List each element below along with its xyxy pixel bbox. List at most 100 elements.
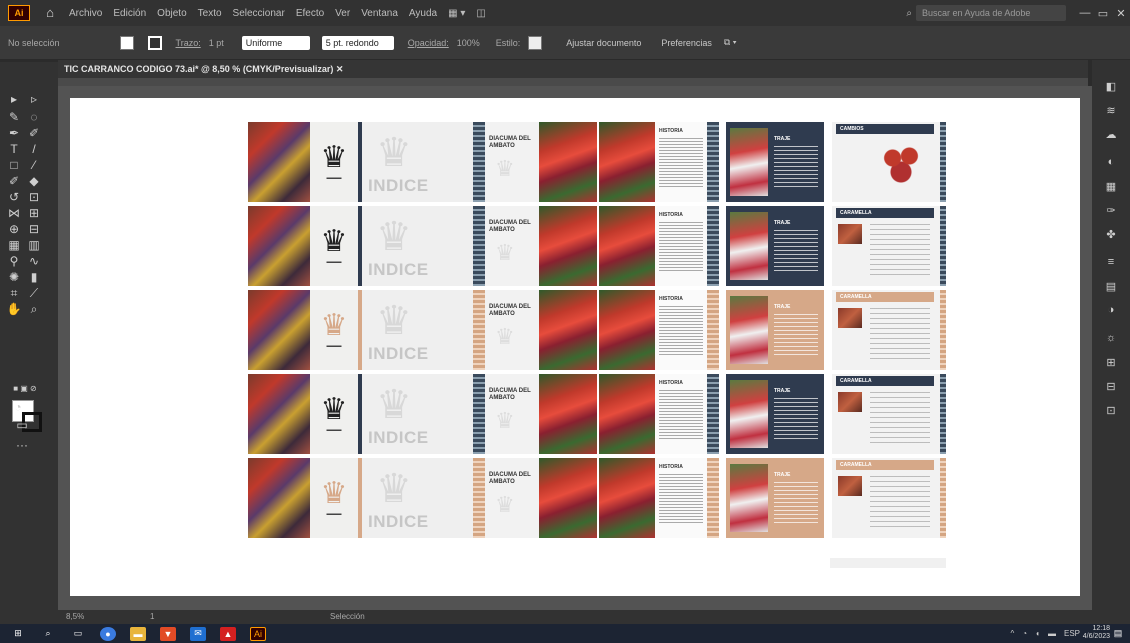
caramella-page[interactable]: CARAMELLA xyxy=(832,458,946,538)
transparency-panel-icon[interactable]: ◑ xyxy=(1104,304,1118,318)
screen-mode-icon[interactable]: ▭ xyxy=(14,418,30,432)
diablo-page[interactable]: DIACUMA DEL AMBATO ♛ xyxy=(485,374,539,454)
zoom-tool-icon[interactable]: ⌕ xyxy=(26,302,42,316)
direct-selection-tool-icon[interactable]: ▹ xyxy=(26,92,42,106)
transform-panel-icon[interactable]: ⊡ xyxy=(1104,404,1118,418)
minimize-button[interactable]: — xyxy=(1076,7,1094,19)
dancer-photo-2[interactable] xyxy=(599,206,655,286)
magic-wand-tool-icon[interactable]: ✎ xyxy=(6,110,22,124)
selection-tool-icon[interactable]: ▸ xyxy=(6,92,22,106)
stroke-swatch[interactable] xyxy=(147,35,162,50)
costume-page[interactable]: TRAJE xyxy=(726,290,824,370)
dancer-photo[interactable] xyxy=(539,374,597,454)
width-tool-icon[interactable]: ⋈ xyxy=(6,206,22,220)
column-graph-tool-icon[interactable]: ▮ xyxy=(26,270,42,284)
artboard-tool-icon[interactable]: ⌗ xyxy=(6,286,22,300)
menu-texto[interactable]: Texto xyxy=(198,8,222,19)
close-button[interactable]: ✕ xyxy=(1112,7,1130,20)
opacity-value[interactable]: 100% xyxy=(457,38,480,48)
curvature-tool-icon[interactable]: ✐ xyxy=(26,126,42,140)
diablo-page[interactable]: DIACUMA DEL AMBATO ♛ xyxy=(485,458,539,538)
menu-efecto[interactable]: Efecto xyxy=(296,8,324,19)
color-mode-icons[interactable]: ■ ▣ ⊘ xyxy=(10,382,40,396)
history-page[interactable]: HISTORIA xyxy=(655,458,707,538)
diablo-page[interactable]: DIACUMA DEL AMBATO ♛ xyxy=(485,290,539,370)
dancer-photo-2[interactable] xyxy=(599,374,655,454)
menu-archivo[interactable]: Archivo xyxy=(69,8,102,19)
slice-tool-icon[interactable]: ⟋ xyxy=(26,286,42,300)
mail-icon[interactable]: ✉ xyxy=(190,626,206,641)
spread-row[interactable]: ♛ ▬▬▬ ♛ INDICE DIACUMA DEL AMBATO ♛ HIST… xyxy=(248,458,948,538)
type-tool-icon[interactable]: T xyxy=(6,142,22,156)
menu-objeto[interactable]: Objeto xyxy=(157,8,186,19)
document-tab[interactable]: TIC CARRANCO CODIGO 73.ai* @ 8,50 % (CMY… xyxy=(58,60,1088,78)
logo-page[interactable]: ♛ ▬▬▬ xyxy=(310,374,358,454)
index-page[interactable]: ♛ INDICE xyxy=(358,374,473,454)
free-transform-tool-icon[interactable]: ⊞ xyxy=(26,206,42,220)
eyedropper-tool-icon[interactable]: ⚲ xyxy=(6,254,22,268)
taskbar-clock[interactable]: 12:18 4/6/2023 xyxy=(1083,625,1110,641)
color-panel-icon[interactable]: ◐ xyxy=(1104,156,1118,170)
search-icon[interactable]: ⌕ xyxy=(906,8,912,19)
swatches-panel-icon[interactable]: ▦ xyxy=(1104,180,1118,194)
libraries-panel-icon[interactable]: ☁ xyxy=(1104,128,1118,142)
shaper-tool-icon[interactable]: ✐ xyxy=(6,174,22,188)
index-page[interactable]: ♛ INDICE xyxy=(358,458,473,538)
rectangle-tool-icon[interactable]: □ xyxy=(6,158,22,172)
dancer-photo[interactable] xyxy=(539,122,597,202)
pen-tool-icon[interactable]: ✒ xyxy=(6,126,22,140)
dancer-photo[interactable] xyxy=(539,290,597,370)
workspace-switcher-icon[interactable]: ▦ ▾ xyxy=(448,8,465,19)
costume-page[interactable]: TRAJE xyxy=(726,458,824,538)
gradient-tool-icon[interactable]: ▥ xyxy=(26,238,42,252)
task-view-icon[interactable]: ▭ xyxy=(70,627,86,641)
stroke-panel-icon[interactable]: ≡ xyxy=(1104,256,1118,270)
dancer-photo[interactable] xyxy=(539,458,597,538)
fill-swatch[interactable] xyxy=(119,35,134,50)
volume-icon[interactable]: ◖ xyxy=(1035,629,1040,638)
spread-row[interactable]: ♛ ▬▬▬ ♛ INDICE DIACUMA DEL AMBATO ♛ HIST… xyxy=(248,122,948,202)
costume-page[interactable]: TRAJE xyxy=(726,374,824,454)
dancer-photo[interactable] xyxy=(539,206,597,286)
menu-ventana[interactable]: Ventana xyxy=(361,8,398,19)
brushes-panel-icon[interactable]: ✑ xyxy=(1104,204,1118,218)
align-panel-icon[interactable]: ⊟ xyxy=(1104,380,1118,394)
shape-builder-tool-icon[interactable]: ⊕ xyxy=(6,222,22,236)
canvas[interactable]: ♛ ▬▬▬ ♛ INDICE DIACUMA DEL AMBATO ♛ HIST… xyxy=(58,86,1092,610)
brush-dropdown[interactable]: 5 pt. redondo xyxy=(321,35,394,50)
cover-photo[interactable] xyxy=(248,122,310,202)
chrome-icon[interactable]: ● xyxy=(100,626,116,641)
history-page[interactable]: HISTORIA xyxy=(655,122,707,202)
history-page[interactable]: HISTORIA xyxy=(655,206,707,286)
symbol-sprayer-tool-icon[interactable]: ✺ xyxy=(6,270,22,284)
history-page[interactable]: HISTORIA xyxy=(655,374,707,454)
blend-tool-icon[interactable]: ∿ xyxy=(26,254,42,268)
home-icon[interactable]: ⌂ xyxy=(42,5,58,21)
menu-edicion[interactable]: Edición xyxy=(113,8,146,19)
language-indicator[interactable]: ESP xyxy=(1064,629,1080,638)
graphic-styles-panel-icon[interactable]: ⊞ xyxy=(1104,356,1118,370)
taskbar-search-icon[interactable]: ⌕ xyxy=(40,627,56,641)
diablo-page[interactable]: DIACUMA DEL AMBATO ♛ xyxy=(485,122,539,202)
index-page[interactable]: ♛ INDICE xyxy=(358,206,473,286)
properties-panel-icon[interactable]: ◧ xyxy=(1104,80,1118,94)
paintbrush-tool-icon[interactable]: ⁄ xyxy=(26,158,42,172)
caramella-page[interactable]: CARAMELLA xyxy=(832,290,946,370)
symbols-panel-icon[interactable]: ✤ xyxy=(1104,228,1118,242)
layers-panel-icon[interactable]: ≋ xyxy=(1104,104,1118,118)
preferences-button[interactable]: Preferencias xyxy=(661,38,712,48)
pencil-tool-icon[interactable]: ◆ xyxy=(26,174,42,188)
rotate-tool-icon[interactable]: ↺ xyxy=(6,190,22,204)
brave-icon[interactable]: ▼ xyxy=(160,626,176,641)
document-setup-button[interactable]: Ajustar documento xyxy=(566,38,641,48)
acrobat-icon[interactable]: ▲ xyxy=(220,626,236,641)
line-tool-icon[interactable]: / xyxy=(26,142,42,156)
battery-icon[interactable]: ▬ xyxy=(1048,629,1056,638)
menu-ver[interactable]: Ver xyxy=(335,8,350,19)
notifications-icon[interactable]: ▤ xyxy=(1110,627,1126,641)
costume-page[interactable]: TRAJE xyxy=(726,206,824,286)
gradient-panel-icon[interactable]: ▤ xyxy=(1104,280,1118,294)
spread-row[interactable]: ♛ ▬▬▬ ♛ INDICE DIACUMA DEL AMBATO ♛ HIST… xyxy=(248,206,948,286)
style-swatch[interactable] xyxy=(528,35,543,50)
lasso-tool-icon[interactable]: ◌ xyxy=(26,110,42,124)
